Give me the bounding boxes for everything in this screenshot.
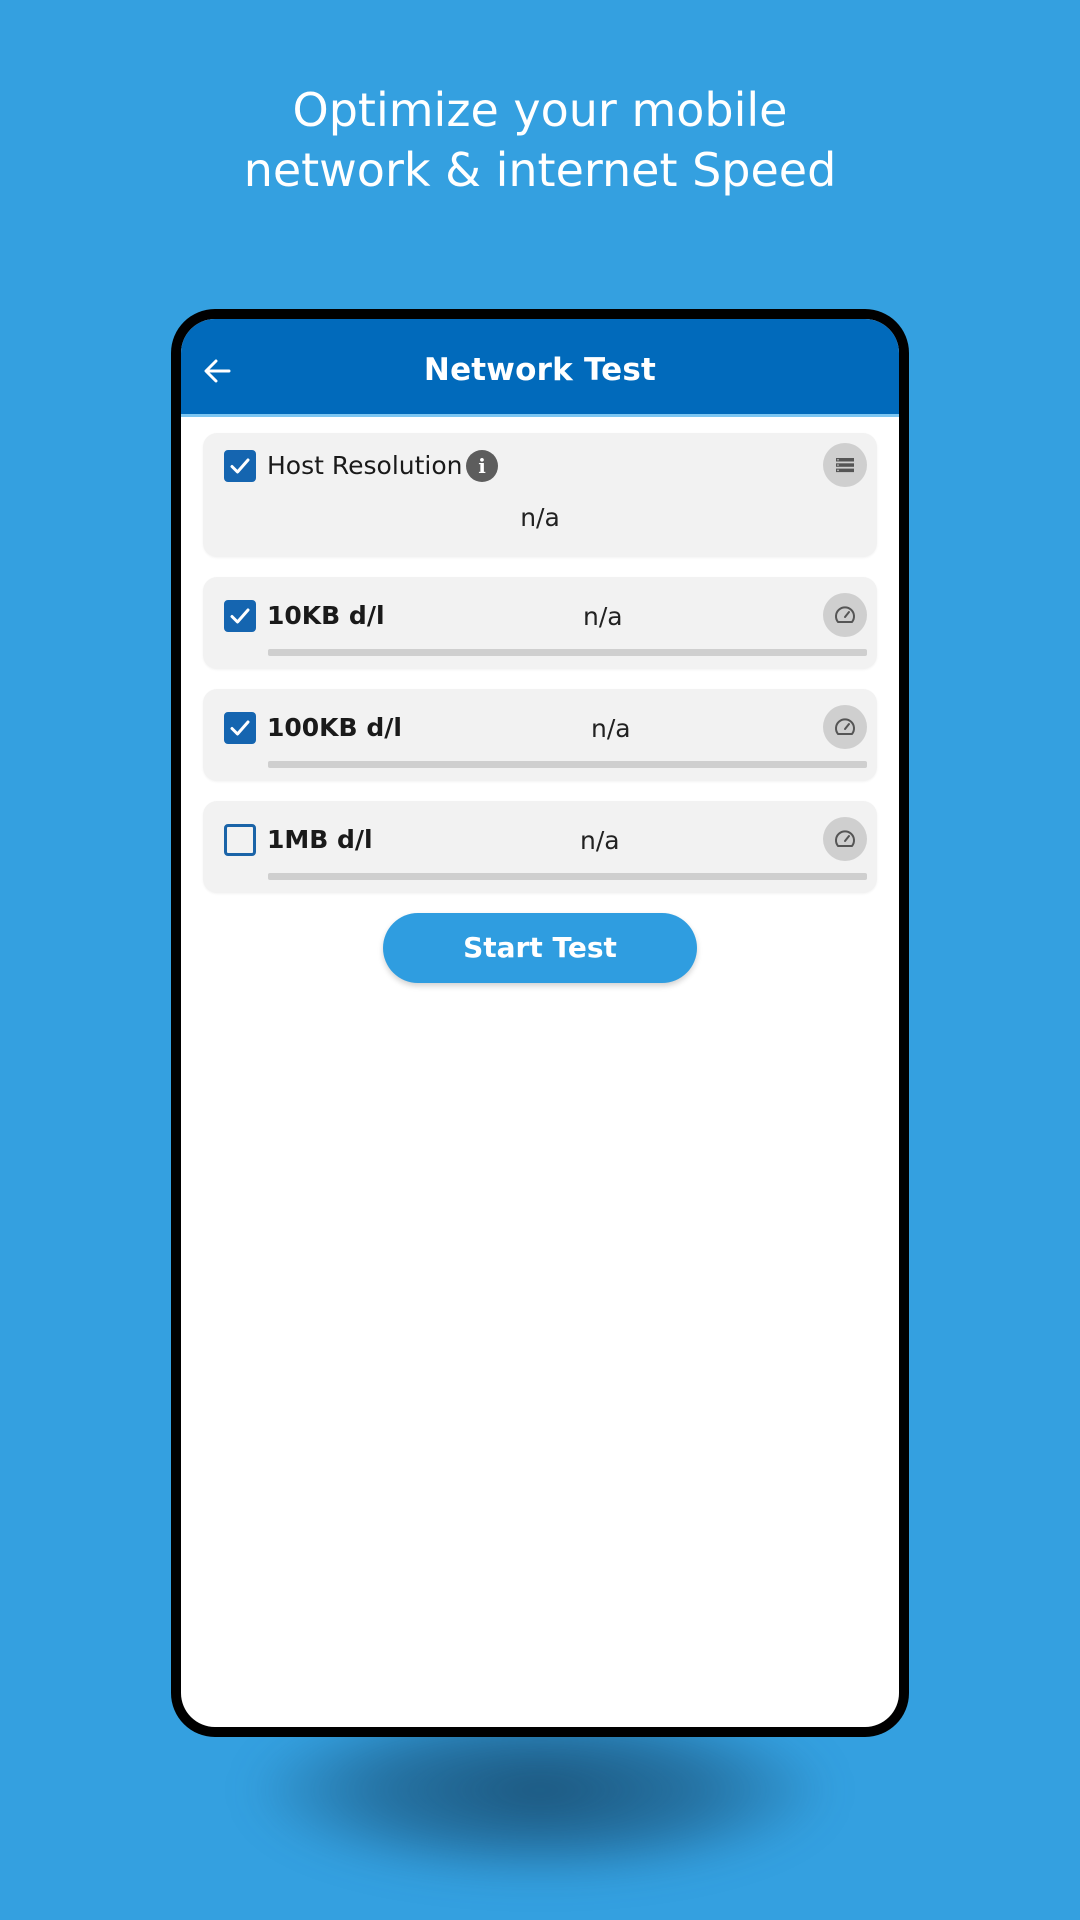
list-icon — [836, 458, 854, 473]
promo-line-2: network & internet Speed — [243, 143, 837, 197]
speed-button[interactable] — [823, 705, 867, 749]
info-icon[interactable]: i — [466, 450, 498, 482]
host-resolution-value: n/a — [520, 503, 560, 532]
speed-button[interactable] — [823, 817, 867, 861]
host-resolution-checkbox[interactable] — [224, 450, 256, 482]
test-checkbox-1mb[interactable] — [224, 824, 256, 856]
test-row-1mb: 1MB d/l n/a — [203, 801, 877, 893]
speed-button[interactable] — [823, 593, 867, 637]
host-list-button[interactable] — [823, 443, 867, 487]
speedometer-icon — [835, 830, 855, 847]
host-resolution-card: Host Resolution i n/a — [203, 433, 877, 557]
promo-headline: Optimize your mobile network & internet … — [0, 80, 1080, 200]
host-resolution-label: Host Resolution — [267, 451, 463, 480]
test-value: n/a — [580, 826, 620, 855]
test-value: n/a — [583, 602, 623, 631]
progress-bar — [268, 873, 867, 880]
test-value: n/a — [591, 714, 631, 743]
progress-bar — [268, 649, 867, 656]
check-icon — [230, 458, 250, 474]
test-row-10kb: 10KB d/l n/a — [203, 577, 877, 669]
test-label: 10KB d/l — [267, 601, 385, 630]
test-row-100kb: 100KB d/l n/a — [203, 689, 877, 781]
test-label: 1MB d/l — [267, 825, 373, 854]
check-icon — [230, 720, 250, 736]
test-list: Host Resolution i n/a 10KB d/l n/a 100KB… — [181, 417, 899, 983]
speedometer-icon — [835, 606, 855, 623]
test-label: 100KB d/l — [267, 713, 402, 742]
check-icon — [230, 608, 250, 624]
start-test-button[interactable]: Start Test — [383, 913, 697, 983]
speedometer-icon — [835, 718, 855, 735]
test-checkbox-10kb[interactable] — [224, 600, 256, 632]
phone-screen: Network Test Host Resolution i n/a 10KB … — [181, 319, 899, 1727]
test-checkbox-100kb[interactable] — [224, 712, 256, 744]
promo-line-1: Optimize your mobile — [292, 83, 788, 137]
progress-bar — [268, 761, 867, 768]
page-title: Network Test — [423, 352, 657, 388]
app-bar: Network Test — [181, 319, 899, 417]
phone-frame: Network Test Host Resolution i n/a 10KB … — [171, 309, 909, 1737]
